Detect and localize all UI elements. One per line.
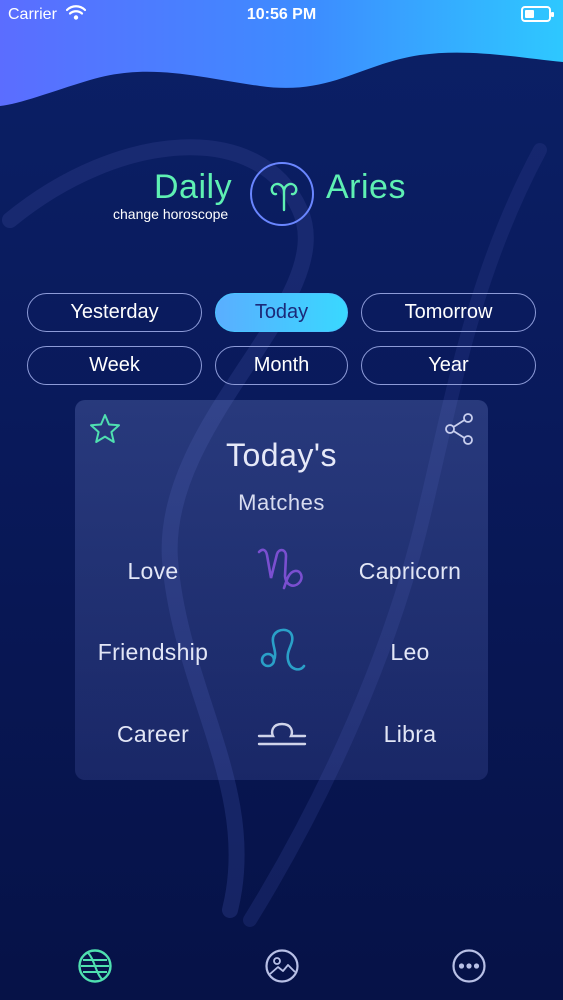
capricorn-icon — [257, 548, 303, 590]
month-button[interactable]: Month — [215, 346, 348, 385]
card-subtitle: Matches — [238, 490, 325, 515]
card-title: Today's — [226, 437, 337, 473]
match-sign-capricorn: Capricorn — [358, 558, 462, 584]
status-bar: Carrier 10:56 PM — [0, 0, 563, 30]
battery-icon — [521, 6, 554, 22]
sign-selector-button[interactable] — [250, 162, 314, 226]
aries-icon — [270, 182, 298, 212]
week-button[interactable]: Week — [27, 346, 202, 385]
year-button[interactable]: Year — [361, 346, 536, 385]
yesterday-button[interactable]: Yesterday — [27, 293, 202, 332]
match-category-career: Career — [116, 721, 190, 747]
daily-title: Daily — [154, 168, 233, 206]
status-time: 10:56 PM — [246, 6, 317, 23]
change-horoscope-link[interactable]: change horoscope — [113, 206, 228, 222]
app-screen: Carrier 10:56 PM Daily Aries change horo… — [0, 0, 563, 1000]
horoscope-tab-icon[interactable] — [77, 948, 113, 984]
match-sign-leo: Leo — [390, 639, 430, 665]
libra-icon — [257, 722, 307, 746]
leo-icon — [260, 628, 306, 671]
today-button[interactable]: Today — [215, 293, 348, 332]
match-category-love: Love — [127, 558, 179, 584]
gallery-tab-icon[interactable] — [264, 948, 300, 984]
match-category-friendship: Friendship — [97, 639, 209, 665]
more-tab-icon[interactable] — [451, 948, 487, 984]
tomorrow-button[interactable]: Tomorrow — [361, 293, 536, 332]
sign-title: Aries — [326, 168, 406, 206]
match-sign-libra: Libra — [383, 721, 437, 747]
